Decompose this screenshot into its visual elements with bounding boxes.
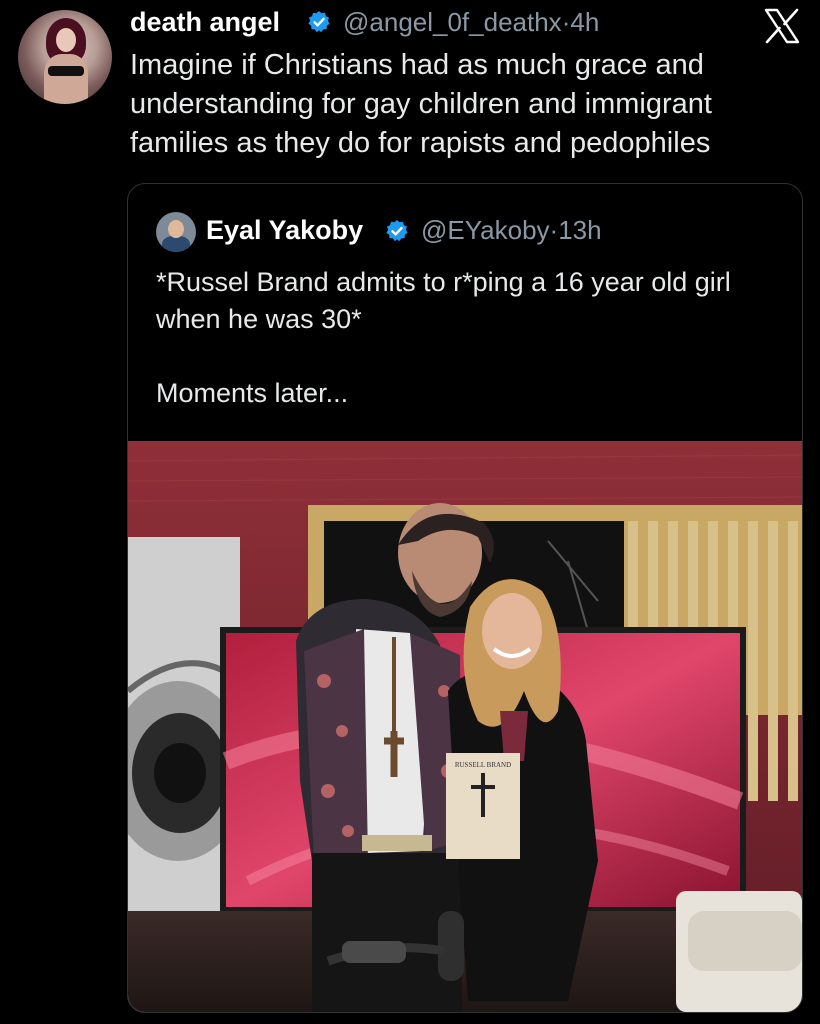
quoted-post-photo[interactable]: RUSSELL BRAND: [128, 441, 802, 1012]
avatar-top: [48, 66, 84, 76]
avatar-face: [56, 28, 76, 52]
verified-badge-icon: [308, 11, 330, 33]
x-logo-icon[interactable]: [762, 6, 802, 46]
author-avatar[interactable]: [18, 10, 112, 104]
book-cover-title: RUSSELL BRAND: [455, 761, 511, 769]
quoted-author-name[interactable]: Eyal Yakoby: [206, 210, 363, 250]
avatar-body: [44, 54, 88, 104]
quoted-author-avatar[interactable]: [156, 212, 196, 252]
author-name[interactable]: death angel: [130, 0, 280, 44]
quoted-post-card[interactable]: Eyal Yakoby @EYakoby·13h *Russel Brand a…: [127, 183, 803, 1013]
post-time[interactable]: 4h: [570, 7, 599, 37]
author-handle-time[interactable]: @angel_0f_deathx·4h: [343, 0, 599, 44]
verified-badge-icon: [386, 220, 408, 242]
quoted-avatar-shoulders: [162, 236, 190, 252]
quoted-post-text: *Russel Brand admits to r*ping a 16 year…: [156, 267, 731, 408]
post-text: Imagine if Christians had as much grace …: [130, 49, 712, 159]
separator-dot: ·: [549, 215, 559, 245]
quoted-avatar-face: [168, 220, 184, 238]
quoted-author-handle[interactable]: @EYakoby: [421, 215, 550, 245]
quoted-post-time[interactable]: 13h: [558, 215, 601, 245]
quoted-handle-time[interactable]: @EYakoby·13h: [421, 210, 602, 250]
author-handle[interactable]: @angel_0f_deathx: [343, 7, 562, 37]
